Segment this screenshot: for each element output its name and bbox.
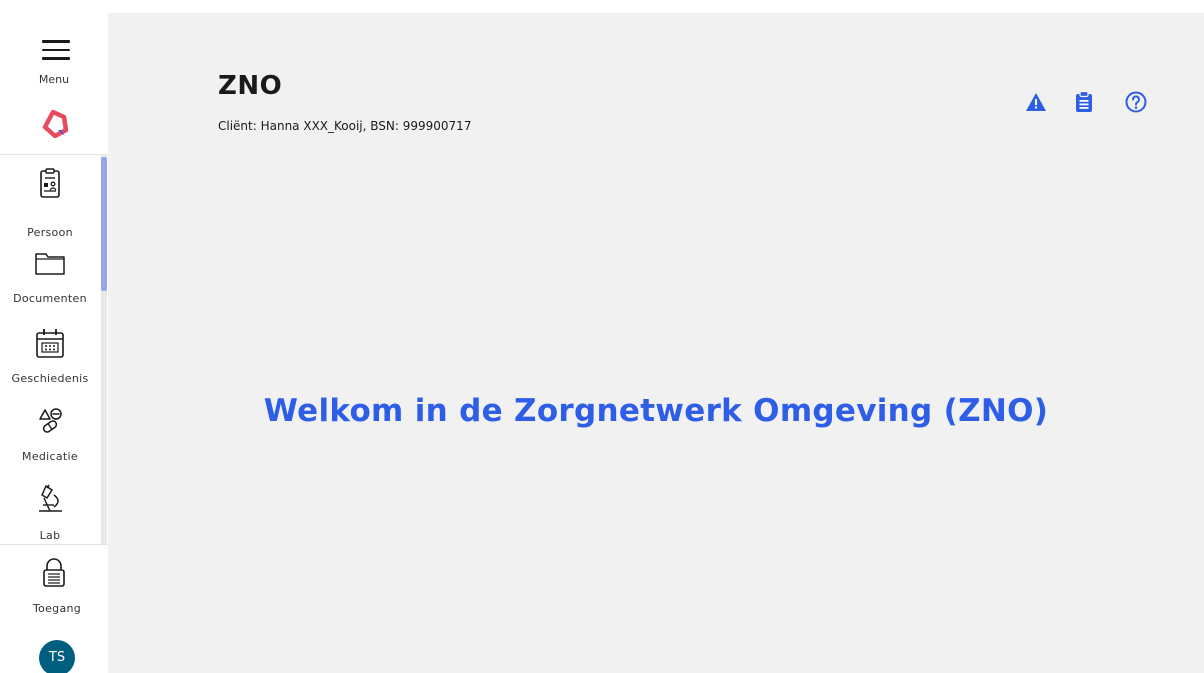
- sidebar-item-label: Medicatie: [22, 450, 78, 463]
- sidebar-item-medicatie[interactable]: Medicatie: [0, 405, 100, 483]
- sidebar-nav: Persoon Documenten Geschiedenis Medicati…: [0, 154, 108, 545]
- sidebar-item-label: Persoon: [27, 226, 73, 239]
- sidebar-item-label: Documenten: [13, 292, 87, 305]
- microscope-icon: [39, 484, 62, 512]
- sidebar-item-label: Toegang: [32, 602, 82, 615]
- folder-icon: [35, 253, 65, 275]
- person-card-icon: [40, 168, 60, 198]
- sidebar-item-documenten[interactable]: Documenten: [0, 247, 100, 325]
- app-window: Menu Persoon Documenten Geschiedenis Med…: [0, 0, 1204, 673]
- main-content: ZNO Cliënt: Hanna XXX_Kooij, BSN: 999900…: [108, 13, 1204, 673]
- header-actions: [1024, 90, 1164, 114]
- sidebar-bottom: Toegang TS: [0, 544, 108, 673]
- sidebar-item-label: Geschiedenis: [11, 372, 89, 385]
- sidebar-item-label: Lab: [39, 529, 61, 542]
- sidebar-item-toegang[interactable]: Toegang: [0, 557, 100, 635]
- menu-button[interactable]: Menu: [0, 36, 108, 96]
- lock-icon: [43, 558, 65, 587]
- menu-label: Menu: [38, 73, 70, 86]
- page-title: ZNO: [218, 71, 283, 101]
- help-icon[interactable]: [1124, 90, 1148, 114]
- sidebar: Menu Persoon Documenten Geschiedenis Med…: [0, 0, 108, 673]
- clipboard-icon[interactable]: [1072, 90, 1096, 114]
- warning-icon[interactable]: [1024, 90, 1048, 114]
- sidebar-item-geschiedenis[interactable]: Geschiedenis: [0, 327, 100, 405]
- logo-icon: [42, 110, 68, 138]
- hamburger-icon: [42, 40, 70, 60]
- medication-icon: [39, 408, 62, 433]
- avatar[interactable]: TS: [39, 640, 75, 673]
- welcome-heading: Welkom in de Zorgnetwerk Omgeving (ZNO): [263, 393, 1049, 429]
- calendar-icon: [36, 329, 64, 358]
- scrollbar-thumb[interactable]: [101, 157, 107, 291]
- sidebar-item-persoon[interactable]: Persoon: [0, 167, 100, 245]
- client-info: Cliënt: Hanna XXX_Kooij, BSN: 999900717: [218, 119, 472, 133]
